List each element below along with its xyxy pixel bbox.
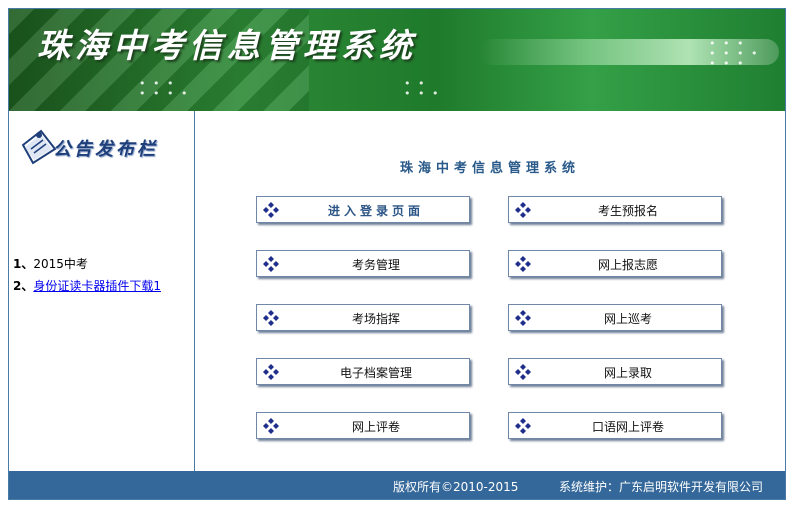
button-label: 网上评卷 xyxy=(351,420,400,434)
button-label: 网上录取 xyxy=(603,366,652,380)
diamond-cluster-icon xyxy=(263,310,279,326)
button-label: 电子档案管理 xyxy=(339,366,412,380)
login-page-button[interactable]: 进入登录页面 xyxy=(256,196,470,223)
banner-dots: • • • • • xyxy=(404,77,441,100)
notice-number: 1、 xyxy=(13,257,34,271)
page-frame: • • • • • • • • • • • • • • • • • • • • • • … xyxy=(8,8,786,500)
notice-board-label: 公告发布栏 xyxy=(53,139,158,160)
button-label: 考场指挥 xyxy=(351,312,400,326)
button-label: 考务管理 xyxy=(351,258,400,272)
diamond-cluster-icon xyxy=(515,310,531,326)
diamond-cluster-icon xyxy=(263,256,279,272)
maintenance-text: 系统维护：广东启明软件开发有限公司 xyxy=(559,480,764,494)
exam-affairs-button[interactable]: 考务管理 xyxy=(256,250,470,277)
online-application-button[interactable]: 网上报志愿 xyxy=(508,250,722,277)
button-label: 口语网上评卷 xyxy=(591,420,664,434)
oral-online-marking-button[interactable]: 口语网上评卷 xyxy=(508,412,722,439)
diamond-cluster-icon xyxy=(263,418,279,434)
copyright-text: 版权所有©2010-2015 xyxy=(393,480,519,494)
diamond-cluster-icon xyxy=(515,202,531,218)
diamond-cluster-icon xyxy=(263,202,279,218)
banner-dots: • • • • • • • • • • xyxy=(709,37,760,70)
online-patrol-button[interactable]: 网上巡考 xyxy=(508,304,722,331)
diamond-cluster-icon xyxy=(263,364,279,380)
notice-link[interactable]: 身份证读卡器插件下载1 xyxy=(33,279,161,293)
notice-board-logo: 公告发布栏 xyxy=(19,125,184,165)
pre-registration-button[interactable]: 考生预报名 xyxy=(508,196,722,223)
list-item: 1、2015中考 xyxy=(13,253,161,275)
notice-text: 2015中考 xyxy=(33,257,88,271)
banner-dots: • • • • • • • xyxy=(139,77,190,100)
online-marking-button[interactable]: 网上评卷 xyxy=(256,412,470,439)
notice-list: 1、2015中考 2、身份证读卡器插件下载1 xyxy=(13,253,161,297)
diamond-cluster-icon xyxy=(515,418,531,434)
system-title: 珠海中考信息管理系统 xyxy=(399,161,580,176)
footer-bar: 版权所有©2010-2015 系统维护：广东启明软件开发有限公司 xyxy=(9,471,785,499)
main-content: 珠海中考信息管理系统 进入登录页面 考生预报名 考务管理 网上报志愿 考场指挥 … xyxy=(195,111,785,471)
diamond-cluster-icon xyxy=(515,364,531,380)
e-archive-button[interactable]: 电子档案管理 xyxy=(256,358,470,385)
exam-command-button[interactable]: 考场指挥 xyxy=(256,304,470,331)
banner-title: 珠海中考信息管理系统 xyxy=(37,26,417,65)
diamond-cluster-icon xyxy=(515,256,531,272)
header-banner: • • • • • • • • • • • • • • • • • • • • • • … xyxy=(9,9,785,111)
list-item: 2、身份证读卡器插件下载1 xyxy=(13,275,161,297)
button-label: 网上报志愿 xyxy=(597,258,658,272)
button-label: 网上巡考 xyxy=(603,312,652,326)
button-label: 进入登录页面 xyxy=(327,204,424,218)
online-admission-button[interactable]: 网上录取 xyxy=(508,358,722,385)
sidebar: 公告发布栏 1、2015中考 2、身份证读卡器插件下载1 xyxy=(9,111,195,471)
button-label: 考生预报名 xyxy=(597,204,658,218)
notice-number: 2、 xyxy=(13,279,34,293)
